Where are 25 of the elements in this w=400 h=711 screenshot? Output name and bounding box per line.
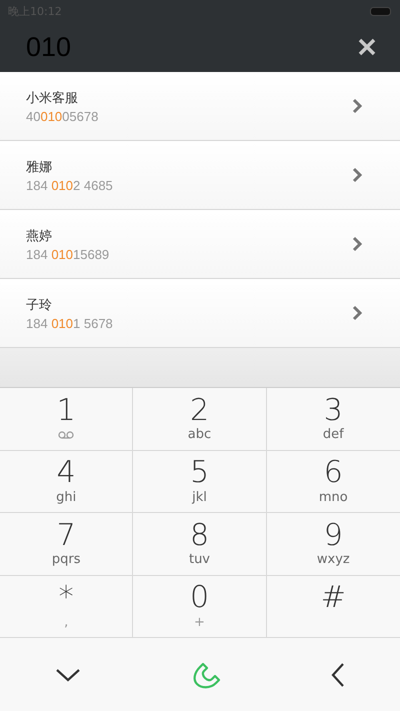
phone-number: 184 0102 4685 bbox=[26, 178, 113, 192]
chevron-right-icon[interactable] bbox=[352, 167, 362, 183]
phone-number: 4001005678 bbox=[26, 108, 98, 124]
dial-key[interactable]: 2 abc bbox=[133, 388, 267, 450]
phone-number: 184 0101 5678 bbox=[26, 316, 113, 330]
chevron-left-icon[interactable] bbox=[331, 662, 345, 688]
chevron-right-icon[interactable] bbox=[352, 236, 362, 252]
dial-key[interactable]: 7 pqrs bbox=[0, 513, 134, 576]
voicemail-icon bbox=[58, 430, 74, 439]
battery-icon bbox=[370, 6, 392, 16]
chevron-right-icon[interactable] bbox=[352, 305, 362, 321]
dial-key[interactable]: * , bbox=[0, 576, 134, 638]
chevron-right-icon[interactable] bbox=[352, 98, 362, 114]
dial-key[interactable]: 4 ghi bbox=[0, 450, 134, 513]
phone-number: 184 01015689 bbox=[26, 246, 110, 262]
dial-key[interactable]: 0 + bbox=[133, 576, 267, 638]
close-icon[interactable] bbox=[358, 38, 376, 56]
dial-key[interactable]: 5 jkl bbox=[133, 450, 267, 513]
contact-name: 雅娜 bbox=[26, 158, 53, 176]
contact-name: 燕婷 bbox=[26, 228, 53, 244]
dial-key[interactable]: 1 bbox=[0, 388, 134, 450]
dial-key[interactable]: 8 tuv bbox=[133, 513, 267, 576]
contact-name: 子玲 bbox=[26, 296, 53, 314]
contact-name: 小米客服 bbox=[26, 90, 79, 106]
chevron-down-icon[interactable] bbox=[55, 668, 81, 682]
